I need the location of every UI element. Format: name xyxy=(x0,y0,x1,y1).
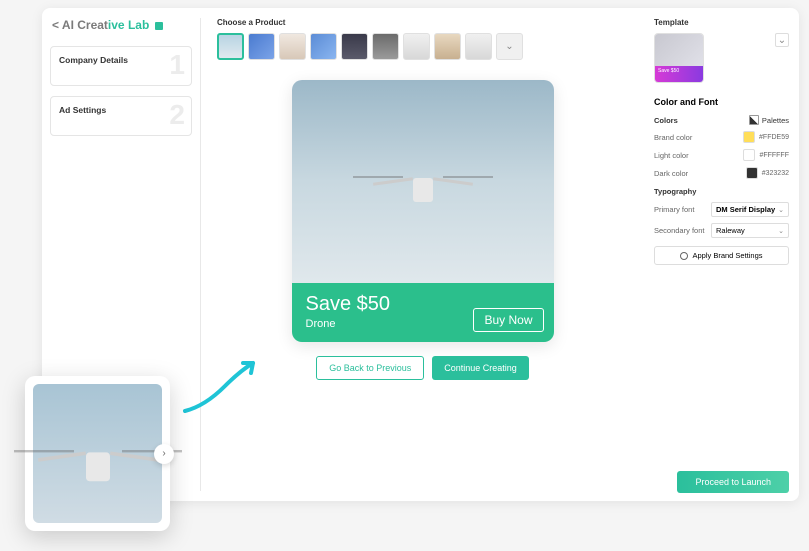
step-company-details[interactable]: Company Details 1 xyxy=(50,46,192,86)
primary-font-row: Primary font DM Serif Display ⌄ xyxy=(654,202,789,217)
light-color-row: Light color #FFFFFF xyxy=(654,149,789,161)
colors-header-row: Colors Palettes xyxy=(654,115,789,125)
back-chevron[interactable]: < xyxy=(52,18,59,32)
brand-color-picker[interactable]: #FFDE59 xyxy=(743,131,789,143)
thumb-chair[interactable] xyxy=(434,33,461,60)
chevron-right-icon: › xyxy=(162,448,165,459)
brand-color-row: Brand color #FFDE59 xyxy=(654,131,789,143)
ad-preview-card: Save $50 Drone Buy Now xyxy=(292,80,554,342)
dark-color-picker[interactable]: #323232 xyxy=(746,167,789,179)
thumb-mug[interactable] xyxy=(403,33,430,60)
brand-dot-icon xyxy=(155,22,163,30)
ad-preview-wrap: Save $50 Drone Buy Now xyxy=(217,80,628,342)
floating-product-card: › xyxy=(25,376,170,531)
thumb-shoes-blue-2[interactable] xyxy=(310,33,337,60)
thumb-mug-2[interactable] xyxy=(465,33,492,60)
thumb-shoes-blue[interactable] xyxy=(248,33,275,60)
primary-font-select[interactable]: DM Serif Display ⌄ xyxy=(711,202,789,217)
chevron-down-icon: ⌄ xyxy=(778,227,784,235)
typography-header: Typography xyxy=(654,187,789,196)
chevron-down-icon: ⌄ xyxy=(505,41,513,52)
center-panel: Choose a Product ⌄ xyxy=(201,8,644,501)
proceed-to-launch-button[interactable]: Proceed to Launch xyxy=(677,471,789,493)
brand-color-swatch xyxy=(743,131,755,143)
dark-color-swatch xyxy=(746,167,758,179)
thumb-model-1[interactable] xyxy=(279,33,306,60)
secondary-font-row: Secondary font Raleway ⌄ xyxy=(654,223,789,238)
chevron-down-icon: ⌄ xyxy=(778,206,784,214)
product-thumbnails: ⌄ xyxy=(217,33,628,60)
palette-icon xyxy=(749,115,759,125)
continue-button[interactable]: Continue Creating xyxy=(432,356,529,380)
choose-product-label: Choose a Product xyxy=(217,18,628,27)
template-dropdown[interactable]: ⌄ xyxy=(775,33,789,47)
ad-image xyxy=(292,80,554,283)
drone-illustration xyxy=(378,166,468,206)
buy-now-button[interactable]: Buy Now xyxy=(473,308,543,332)
floating-next-button[interactable]: › xyxy=(154,444,174,464)
thumb-bag[interactable] xyxy=(372,33,399,60)
thumb-drone[interactable] xyxy=(217,33,244,60)
thumb-more[interactable]: ⌄ xyxy=(496,33,523,60)
template-section-label: Template xyxy=(654,18,789,27)
thumb-model-2[interactable] xyxy=(341,33,368,60)
right-panel: Template Save $50 ⌄ Color and Font Color… xyxy=(644,8,799,501)
ad-footer: Save $50 Drone Buy Now xyxy=(292,283,554,342)
dark-color-row: Dark color #323232 xyxy=(654,167,789,179)
apply-brand-settings-button[interactable]: Apply Brand Settings xyxy=(654,246,789,265)
brand-logo[interactable]: < AI Creative Lab xyxy=(50,18,192,32)
template-thumbnail[interactable]: Save $50 xyxy=(654,33,704,83)
action-buttons: Go Back to Previous Continue Creating xyxy=(217,356,628,380)
chevron-down-icon: ⌄ xyxy=(778,35,786,46)
go-back-button[interactable]: Go Back to Previous xyxy=(316,356,424,380)
secondary-font-select[interactable]: Raleway ⌄ xyxy=(711,223,789,238)
light-color-swatch xyxy=(743,149,755,161)
gear-icon xyxy=(680,252,688,260)
template-selector: Save $50 ⌄ xyxy=(654,33,789,83)
palettes-button[interactable]: Palettes xyxy=(749,115,789,125)
light-color-picker[interactable]: #FFFFFF xyxy=(743,149,789,161)
step-ad-settings[interactable]: Ad Settings 2 xyxy=(50,96,192,136)
floating-drone-image xyxy=(33,384,162,523)
color-font-heading: Color and Font xyxy=(654,97,789,107)
